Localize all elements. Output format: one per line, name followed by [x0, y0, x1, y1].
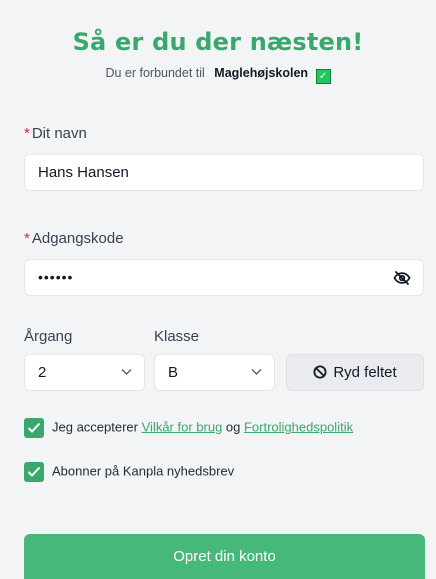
clear-field-label: Ryd feltet [333, 364, 397, 381]
terms-middle: og [222, 419, 244, 435]
create-account-button[interactable]: Opret din konto [24, 534, 425, 579]
class-select-value: B [168, 364, 179, 381]
connection-info: Du er forbundet til Maglehøjskolen ✓ [0, 66, 436, 84]
ban-icon [313, 365, 327, 379]
clear-field-button[interactable]: Ryd feltet [286, 354, 424, 391]
password-input[interactable]: •••••• [24, 259, 424, 296]
required-marker: * [24, 230, 30, 247]
page-title: Så er du der næsten! [72, 28, 364, 56]
password-label: * Adgangskode [24, 230, 124, 247]
privacy-link[interactable]: Fortrolighedspolitik [244, 419, 353, 434]
chevron-down-icon [251, 369, 262, 375]
check-icon [27, 466, 41, 477]
name-input-value: Hans Hansen [38, 164, 129, 181]
newsletter-consent-row: Abonner på Kanpla nyhedsbrev [24, 462, 234, 482]
check-icon [27, 422, 41, 433]
year-select[interactable]: 2 [24, 354, 145, 391]
chevron-down-icon [121, 369, 132, 375]
class-label: Klasse [154, 328, 200, 345]
eye-slash-icon[interactable] [393, 269, 411, 287]
newsletter-checkbox[interactable] [24, 462, 44, 482]
password-input-value: •••••• [38, 269, 74, 285]
name-input[interactable]: Hans Hansen [24, 154, 424, 191]
newsletter-label: Abonner på Kanpla nyhedsbrev [52, 463, 235, 479]
connected-text: Du er forbundet til [105, 66, 205, 80]
name-label: * Dit navn [24, 125, 87, 142]
terms-link[interactable]: Vilkår for brug [142, 419, 223, 434]
verified-check-icon: ✓ [315, 69, 331, 84]
terms-prefix: Jeg accepterer [52, 419, 142, 435]
required-marker: * [24, 125, 30, 142]
password-label-text: Adgangskode [31, 230, 124, 247]
name-label-text: Dit navn [31, 125, 87, 142]
school-name: Maglehøjskolen [214, 66, 309, 80]
class-select[interactable]: B [154, 354, 275, 391]
terms-consent-row: Jeg accepterer Vilkår for brug og Fortro… [24, 418, 353, 438]
terms-checkbox[interactable] [24, 418, 44, 438]
year-label: Årgang [24, 328, 73, 345]
year-select-value: 2 [38, 364, 47, 381]
